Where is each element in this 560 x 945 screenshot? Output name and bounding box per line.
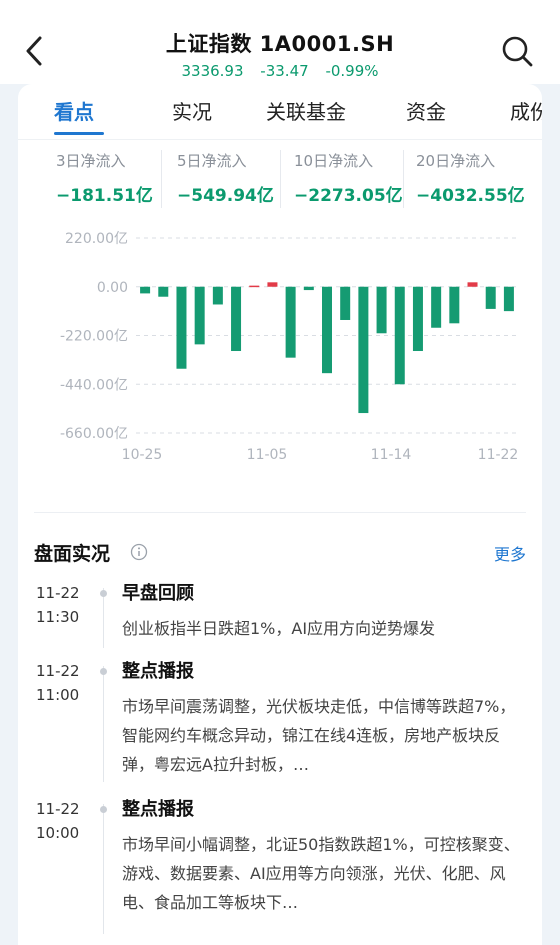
bar xyxy=(212,286,223,305)
tab-bar: 看点 实况 关联基金 资金 成份 xyxy=(18,84,542,140)
bar xyxy=(285,286,296,358)
bar xyxy=(358,286,369,414)
more-link[interactable]: 更多 xyxy=(494,541,526,565)
item-headline: 整点播报 xyxy=(122,799,194,820)
item-body: 创业板指半日跌超1%，AI应用方向逆势爆发 xyxy=(122,619,436,638)
item-date: 11-22 xyxy=(36,584,80,602)
item-time: 11:30 xyxy=(36,608,80,626)
index-change: -33.47 xyxy=(260,62,309,80)
x-tick-label: 10-25 xyxy=(122,447,163,463)
bar xyxy=(431,286,442,328)
item-headline: 整点播报 xyxy=(122,661,194,682)
flow-label: 20日净流入 xyxy=(416,152,496,170)
bar xyxy=(158,286,169,297)
market-timeline: 11-22 11:30 早盘回顾 创业板指半日跌超1%，AI应用方向逆势爆发 1… xyxy=(18,582,542,942)
item-body: 市场早间小幅调整，北证50指数跌超1%，可控核聚变、游戏、数据要素、AI应用等方… xyxy=(122,835,520,912)
net-inflow-chart: 220.00亿 0.00 -220.00亿 -440.00亿 -660.00亿 10-25… xyxy=(18,224,542,464)
y-tick-label: -220.00亿 xyxy=(60,329,128,345)
divider xyxy=(403,150,404,208)
top-bar: 上证指数 1A0001.SH 3336.93 -33.47 -0.99% xyxy=(0,0,560,84)
bar xyxy=(303,286,314,291)
item-time: 11:00 xyxy=(36,686,80,704)
bar xyxy=(412,286,423,352)
x-tick-label: 11-22 xyxy=(478,447,519,463)
tab-related-funds[interactable]: 关联基金 xyxy=(266,96,346,125)
timeline-item[interactable]: 11-22 11:30 早盘回顾 创业板指半日跌超1%，AI应用方向逆势爆发 xyxy=(18,582,542,646)
index-change-pct: -0.99% xyxy=(325,62,379,80)
tab-kandian[interactable]: 看点 xyxy=(54,96,94,125)
y-tick-label: 220.00亿 xyxy=(65,231,128,247)
flow-10d: 10日净流入 −2273.05亿 xyxy=(294,150,414,212)
bar xyxy=(449,286,460,324)
bar xyxy=(231,286,242,352)
flow-label: 5日净流入 xyxy=(177,152,247,170)
timeline-item[interactable]: 11-22 11:00 整点播报 市场早间震荡调整，光伏板块走低，中信博等跌超7… xyxy=(18,660,542,788)
bar xyxy=(176,286,187,369)
page-title-block: 上证指数 1A0001.SH 3336.93 -33.47 -0.99% xyxy=(0,28,560,80)
content-card: 看点 实况 关联基金 资金 成份 3日净流入 −181.51亿 5日净流入 −5… xyxy=(18,84,542,945)
tab-constituents[interactable]: 成份 xyxy=(510,96,542,125)
flow-label: 10日净流入 xyxy=(294,152,374,170)
y-tick-label: -440.00亿 xyxy=(60,377,128,393)
item-time: 10:00 xyxy=(36,824,80,842)
item-body: 市场早间震荡调整，光伏板块走低，中信博等跌超7%，智能网约车概念异动，锦江在线4… xyxy=(122,697,516,774)
active-tab-indicator xyxy=(54,132,104,135)
index-quote: 3336.93 -33.47 -0.99% xyxy=(0,62,560,80)
tab-shikuang[interactable]: 实况 xyxy=(172,96,212,125)
flow-value: −2273.05亿 xyxy=(294,186,403,206)
bar xyxy=(340,286,351,320)
bar xyxy=(249,285,260,288)
page-title: 上证指数 1A0001.SH xyxy=(165,32,395,56)
section-divider xyxy=(34,512,526,513)
flow-5d: 5日净流入 −549.94亿 xyxy=(177,150,297,212)
section-header: 盘面实况 更多 xyxy=(34,539,526,569)
bar-chart: 220.00亿 0.00 -220.00亿 -440.00亿 -660.00亿 10-25… xyxy=(60,231,519,463)
divider xyxy=(280,150,281,208)
section-title: 盘面实况 xyxy=(34,543,111,565)
bar xyxy=(467,282,478,287)
flow-value: −549.94亿 xyxy=(177,186,274,206)
divider xyxy=(161,150,162,208)
bar xyxy=(267,282,278,287)
flow-3d: 3日净流入 −181.51亿 xyxy=(56,150,176,212)
flow-label: 3日净流入 xyxy=(56,152,126,170)
bar xyxy=(194,286,205,345)
info-icon[interactable] xyxy=(130,543,148,561)
x-tick-label: 11-05 xyxy=(247,447,288,463)
bar xyxy=(322,286,332,374)
net-inflow-summary: 3日净流入 −181.51亿 5日净流入 −549.94亿 10日净流入 −22… xyxy=(18,150,542,212)
flow-20d: 20日净流入 −4032.55亿 xyxy=(416,150,536,212)
bar xyxy=(376,286,387,334)
item-date: 11-22 xyxy=(36,800,80,818)
flow-value: −4032.55亿 xyxy=(416,186,525,206)
y-tick-label: -660.00亿 xyxy=(60,426,128,442)
y-tick-label: 0.00 xyxy=(97,280,128,296)
x-tick-label: 11-14 xyxy=(371,447,412,463)
bar xyxy=(394,286,405,385)
bar xyxy=(503,286,514,312)
bar xyxy=(485,286,496,309)
item-headline: 早盘回顾 xyxy=(122,583,194,604)
search-icon[interactable] xyxy=(500,34,534,68)
item-date: 11-22 xyxy=(36,662,80,680)
tab-capital[interactable]: 资金 xyxy=(406,96,446,125)
index-price: 3336.93 xyxy=(181,62,244,80)
bar xyxy=(140,286,151,294)
flow-value: −181.51亿 xyxy=(56,186,153,206)
timeline-item[interactable]: 11-22 10:00 整点播报 市场早间小幅调整，北证50指数跌超1%，可控核… xyxy=(18,798,542,926)
